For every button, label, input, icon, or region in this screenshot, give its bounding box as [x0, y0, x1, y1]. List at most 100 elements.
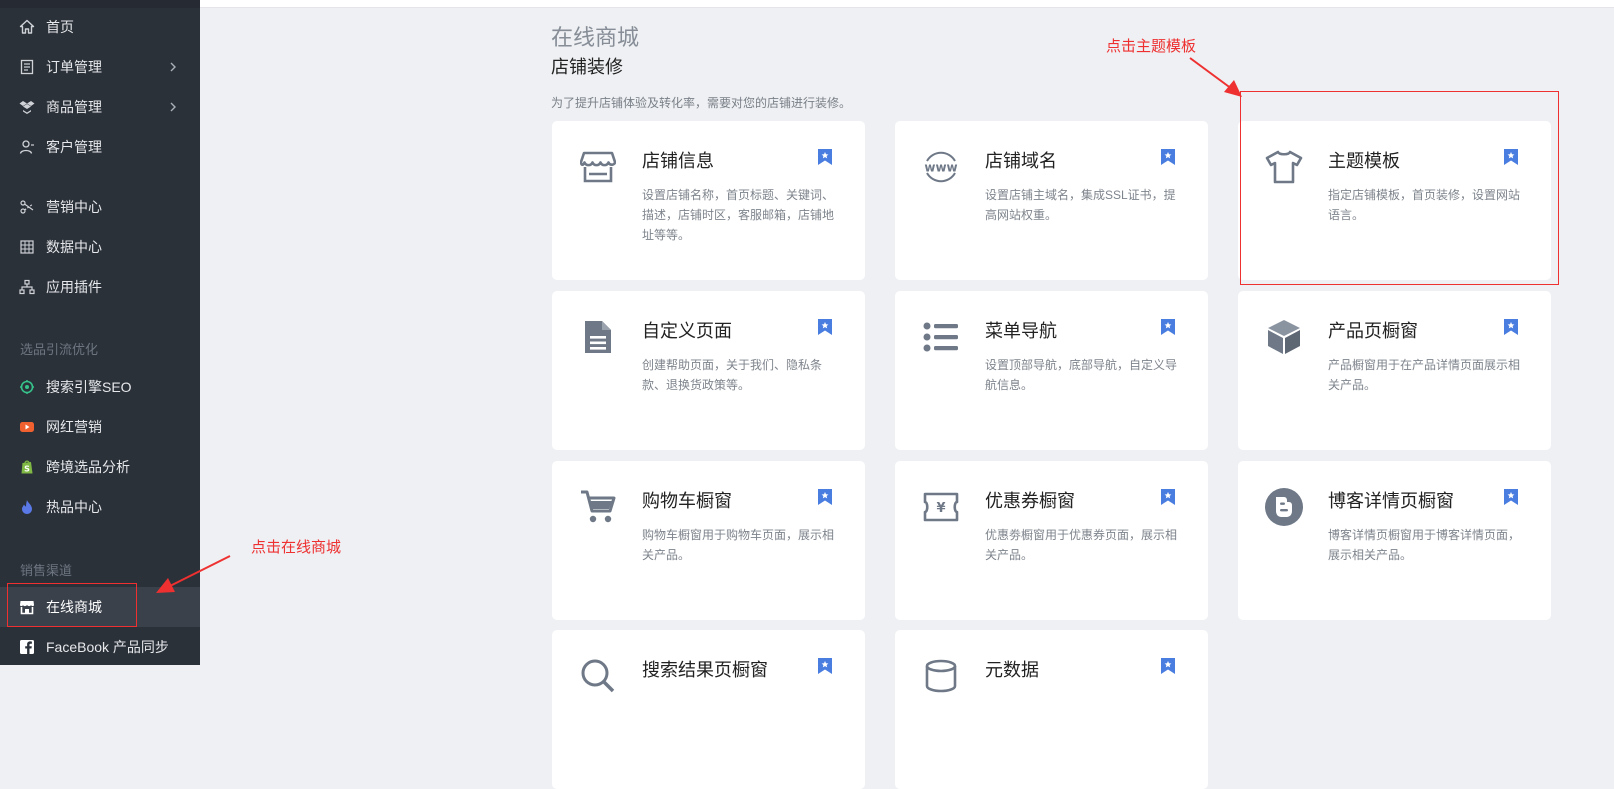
card-title: 菜单导航 [985, 321, 1057, 341]
sidebar-top-strip [0, 0, 200, 8]
cube-icon [1264, 317, 1304, 357]
svg-text:¥: ¥ [936, 501, 945, 516]
card-title: 产品页橱窗 [1328, 321, 1418, 341]
sidebar-item-label: 商品管理 [46, 99, 102, 115]
svg-text:S: S [24, 465, 30, 474]
customer-icon [18, 138, 36, 156]
chevron-right-icon [166, 98, 180, 116]
card-cart-showcase[interactable]: 购物车橱窗 购物车橱窗用于购物车页面，展示相关产品。 [552, 461, 865, 620]
card-description: 设置顶部导航，底部导航，自定义导航信息。 [985, 358, 1178, 392]
card-metadata[interactable]: 元数据 [895, 630, 1208, 789]
sidebar-item-orders[interactable]: 订单管理 [0, 49, 200, 85]
coupon-icon: ¥ [921, 487, 961, 527]
sidebar-section-title: 选品引流优化 [20, 342, 99, 357]
card-description: 博客详情页橱窗用于博客详情页面，展示相关产品。 [1328, 528, 1521, 562]
card-title: 搜索结果页橱窗 [642, 660, 768, 680]
bookmark-icon[interactable] [817, 318, 833, 336]
bookmark-icon[interactable] [1160, 488, 1176, 506]
bookmark-icon[interactable] [817, 148, 833, 166]
bookmark-icon[interactable] [1503, 488, 1519, 506]
top-bar [200, 0, 1614, 8]
sidebar-item-crossborder[interactable]: S 跨境选品分析 [0, 449, 200, 485]
sidebar-item-label: 热品中心 [46, 499, 102, 515]
annotation-highlight-theme-template [1240, 91, 1559, 285]
bookmark-icon[interactable] [817, 488, 833, 506]
sidebar-item-label: 跨境选品分析 [46, 459, 130, 475]
sidebar-item-home[interactable]: 首页 [0, 9, 200, 45]
marketing-icon [18, 198, 36, 216]
card-search-result-showcase[interactable]: 搜索结果页橱窗 [552, 630, 865, 789]
sidebar-item-label: 订单管理 [46, 59, 102, 75]
annotation-text-click-theme: 点击主题模板 [1106, 38, 1197, 55]
sidebar-item-plugins[interactable]: 应用插件 [0, 269, 200, 305]
sidebar-item-label: 搜索引擎SEO [46, 379, 132, 395]
sidebar-item-label: 数据中心 [46, 239, 102, 255]
plugin-icon [18, 278, 36, 296]
blog-icon [1264, 487, 1304, 527]
card-description: 购物车橱窗用于购物车页面，展示相关产品。 [642, 528, 835, 562]
page-subtitle: 店铺装修 [551, 57, 623, 77]
chevron-right-icon [166, 58, 180, 76]
search-result-icon [578, 656, 618, 696]
www-icon: www [921, 147, 961, 187]
arrow-to-theme-template [1189, 57, 1242, 97]
card-title: 店铺信息 [642, 151, 714, 171]
sidebar-item-label: 营销中心 [46, 199, 102, 215]
card-description: 设置店铺名称，首页标题、关键词、描述，店铺时区，客服邮箱，店铺地址等等。 [642, 188, 835, 242]
sidebar-item-label: 客户管理 [46, 139, 102, 155]
svg-text:www: www [924, 161, 957, 175]
storefront-icon [578, 147, 618, 187]
sidebar-item-label: 应用插件 [46, 279, 102, 295]
sidebar-item-label: FaceBook 产品同步 [46, 639, 169, 655]
metadata-icon [921, 656, 961, 696]
data-icon [18, 238, 36, 256]
product-icon [18, 98, 36, 116]
page-description: 为了提升店铺体验及转化率，需要对您的店铺进行装修。 [551, 96, 852, 110]
card-description: 产品橱窗用于在产品详情页面展示相关产品。 [1328, 358, 1521, 392]
shopify-icon: S [18, 458, 36, 476]
card-store-info[interactable]: 店铺信息 设置店铺名称，首页标题、关键词、描述，店铺时区，客服邮箱，店铺地址等等… [552, 121, 865, 280]
cart-icon [578, 487, 618, 527]
card-product-showcase[interactable]: 产品页橱窗 产品橱窗用于在产品详情页面展示相关产品。 [1238, 291, 1551, 450]
sidebar-item-label: 首页 [46, 19, 74, 35]
influencer-icon [18, 418, 36, 436]
card-blog-showcase[interactable]: 博客详情页橱窗 博客详情页橱窗用于博客详情页面，展示相关产品。 [1238, 461, 1551, 620]
card-title: 优惠券橱窗 [985, 491, 1075, 511]
card-description: 创建帮助页面，关于我们、隐私条款、退换货政策等。 [642, 358, 823, 392]
sidebar: 首页 订单管理 商品管理 客户管理 营销中心 数据中心 应用插件 选品引流优化 … [0, 0, 200, 665]
sidebar-item-products[interactable]: 商品管理 [0, 89, 200, 125]
card-store-domain[interactable]: www 店铺域名 设置店铺主域名，集成SSL证书，提高网站权重。 [895, 121, 1208, 280]
sidebar-item-hot-products[interactable]: 热品中心 [0, 489, 200, 525]
bookmark-icon[interactable] [1160, 657, 1176, 675]
flame-icon [18, 498, 36, 516]
page-title: 在线商城 [551, 25, 640, 50]
document-icon [578, 317, 618, 357]
sidebar-item-marketing[interactable]: 营销中心 [0, 189, 200, 225]
bookmark-icon[interactable] [1160, 318, 1176, 336]
sidebar-item-seo[interactable]: 搜索引擎SEO [0, 369, 200, 405]
list-icon [921, 317, 961, 357]
sidebar-item-influencer[interactable]: 网红营销 [0, 409, 200, 445]
card-title: 博客详情页橱窗 [1328, 491, 1454, 511]
card-custom-page[interactable]: 自定义页面 创建帮助页面，关于我们、隐私条款、退换货政策等。 [552, 291, 865, 450]
sidebar-item-customers[interactable]: 客户管理 [0, 129, 200, 165]
card-title: 店铺域名 [985, 151, 1057, 171]
annotation-highlight-online-store [7, 583, 137, 627]
sidebar-item-data[interactable]: 数据中心 [0, 229, 200, 265]
bookmark-icon[interactable] [817, 657, 833, 675]
card-menu-navigation[interactable]: 菜单导航 设置顶部导航，底部导航，自定义导航信息。 [895, 291, 1208, 450]
card-title: 元数据 [985, 660, 1039, 680]
sidebar-section-title: 销售渠道 [20, 563, 73, 578]
bookmark-icon[interactable] [1160, 148, 1176, 166]
facebook-icon [18, 638, 36, 656]
annotation-text-click-store: 点击在线商城 [251, 539, 342, 556]
card-description: 优惠劵橱窗用于优惠券页面，展示相关产品。 [985, 528, 1178, 562]
home-icon [18, 18, 36, 36]
card-title: 自定义页面 [642, 321, 732, 341]
sidebar-item-facebook[interactable]: FaceBook 产品同步 [0, 629, 200, 665]
card-coupon-showcase[interactable]: ¥ 优惠券橱窗 优惠劵橱窗用于优惠券页面，展示相关产品。 [895, 461, 1208, 620]
bookmark-icon[interactable] [1503, 318, 1519, 336]
sidebar-item-label: 网红营销 [46, 419, 102, 435]
card-title: 购物车橱窗 [642, 491, 732, 511]
seo-icon [18, 378, 36, 396]
